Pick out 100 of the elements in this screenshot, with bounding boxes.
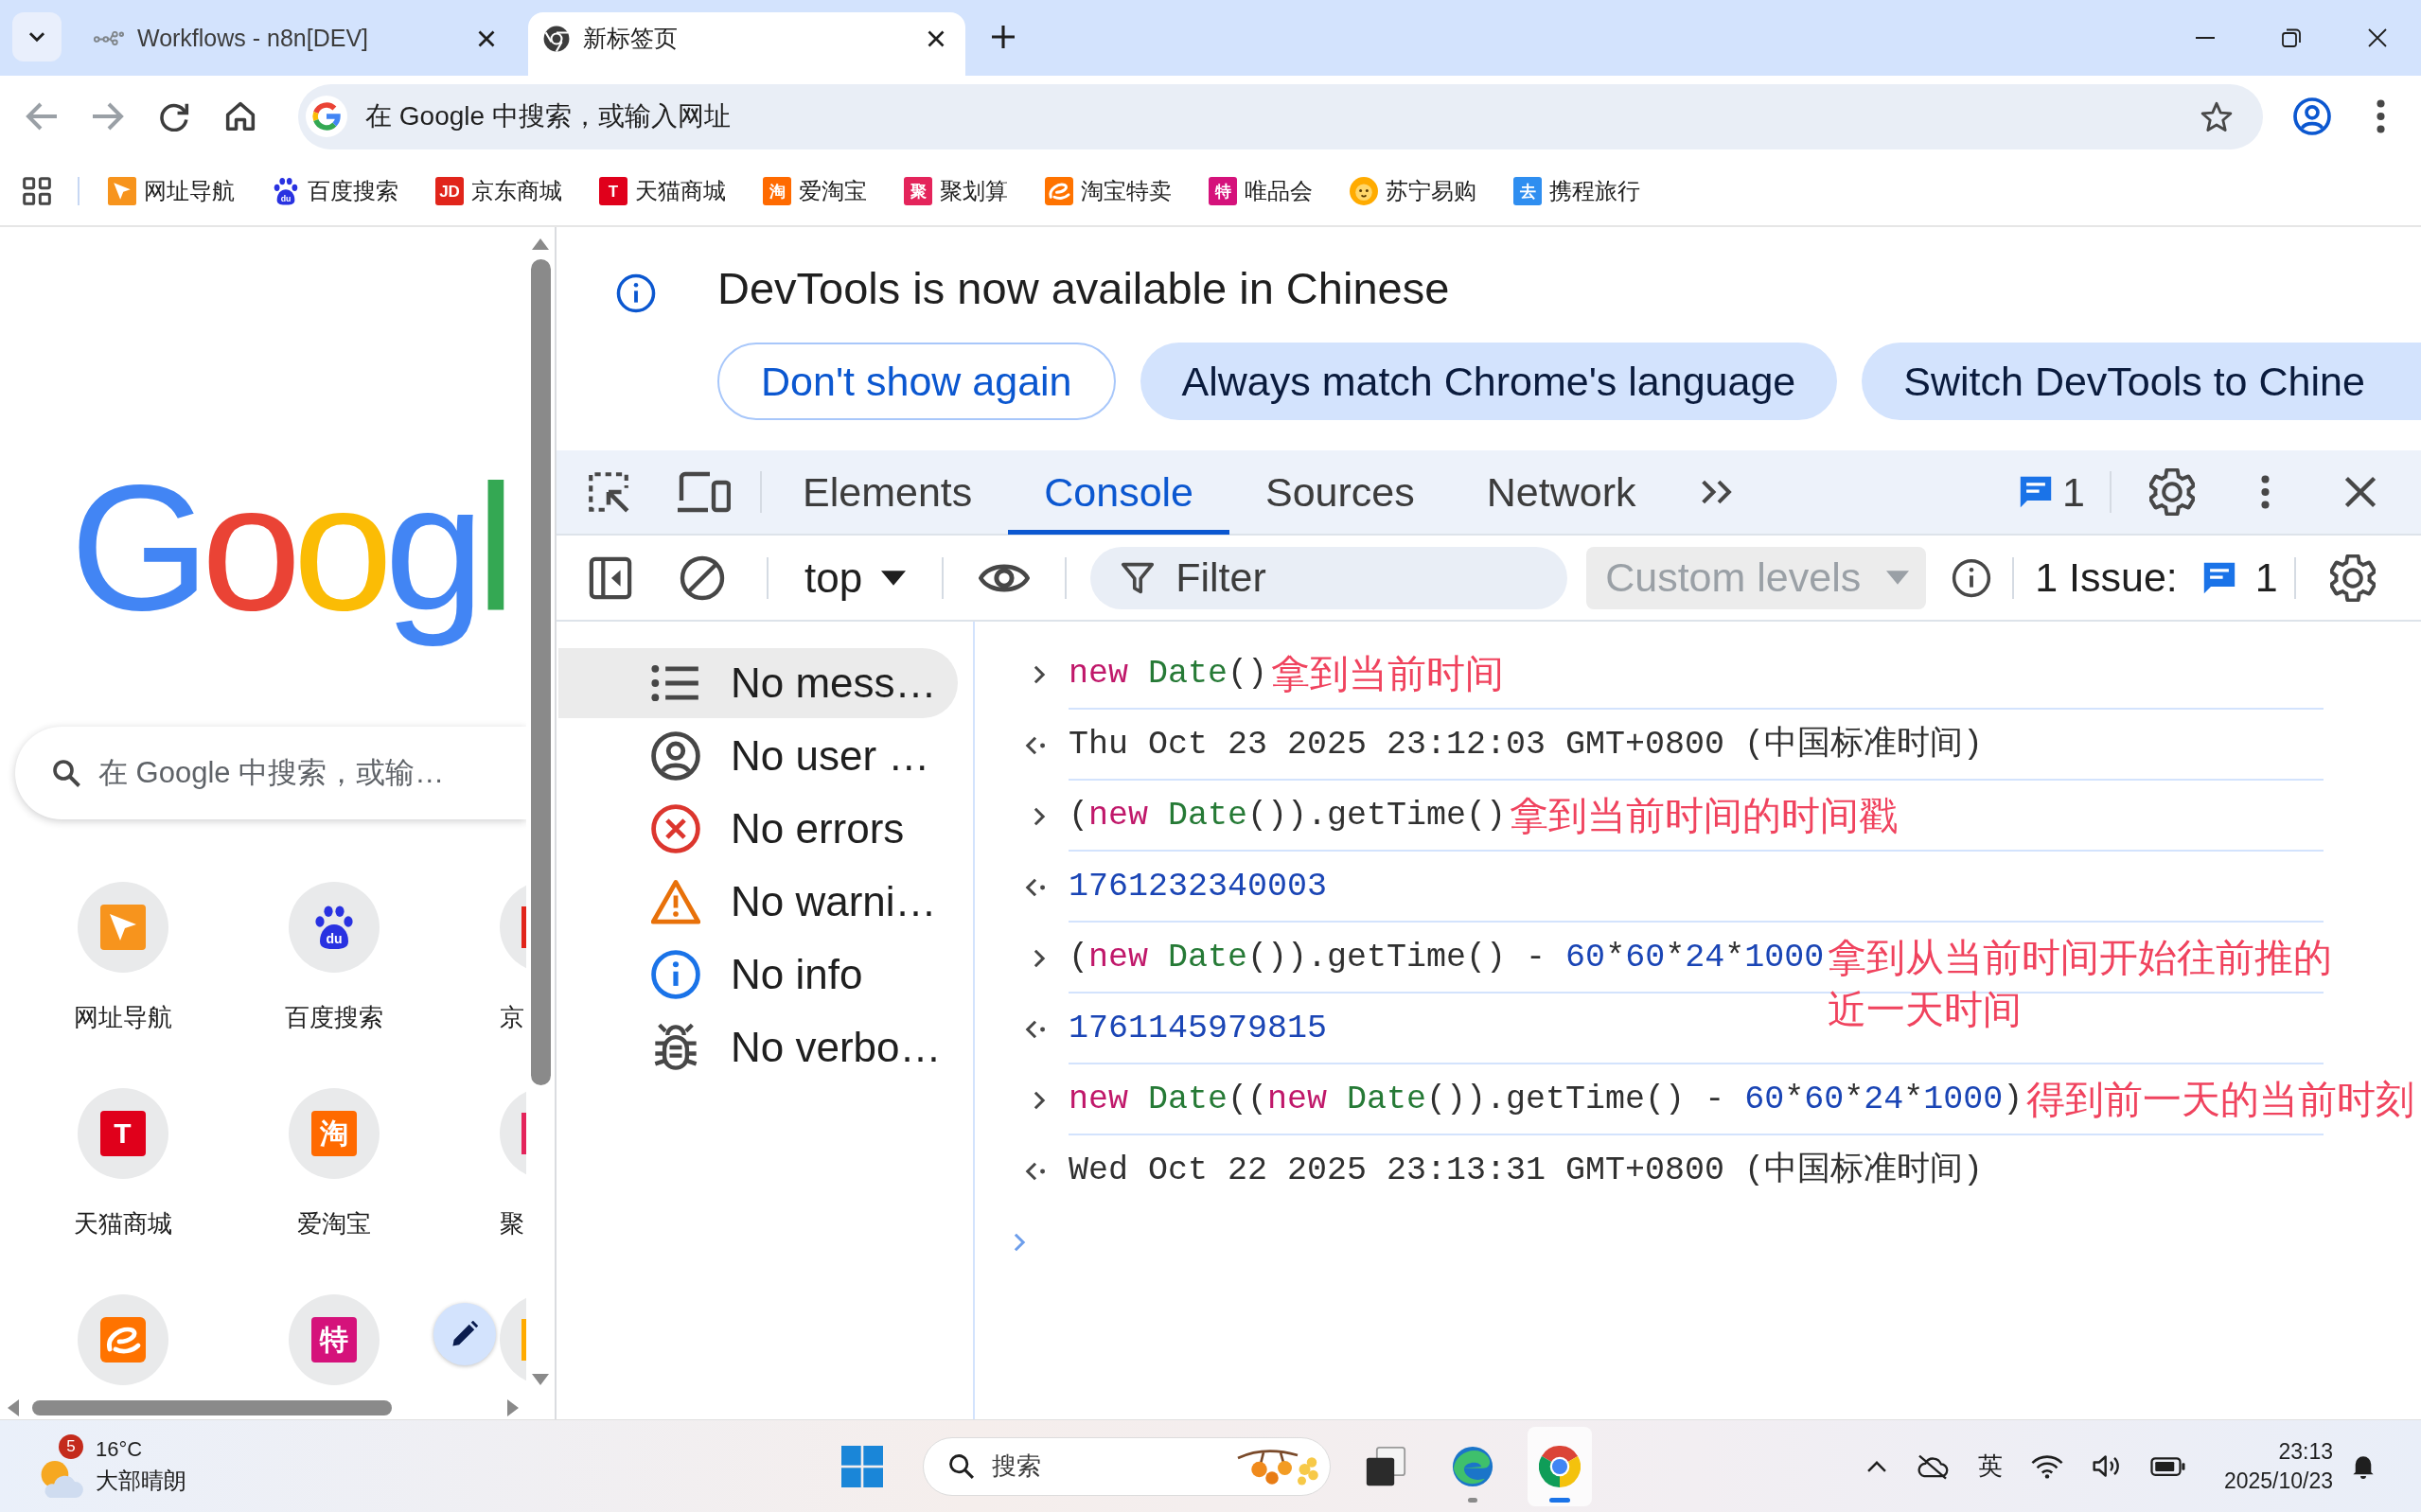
shortcut-label[interactable]: 网址导航 <box>73 1000 172 1033</box>
infobar-message: DevTools is now available in Chinese <box>717 262 1450 315</box>
chevron-up-icon[interactable] <box>1865 1459 1887 1473</box>
sidebar-item[interactable]: No user … <box>558 721 958 791</box>
bookmark[interactable]: 聚 聚划算 <box>904 176 1008 206</box>
profile-icon[interactable] <box>2293 97 2331 135</box>
close-icon[interactable] <box>478 29 495 47</box>
notification-bell-icon[interactable] <box>2352 1453 2375 1479</box>
clock-date[interactable]: 2025/10/23 <box>2223 1468 2333 1494</box>
sidebar-item[interactable]: No mess… <box>558 648 958 718</box>
info-icon <box>616 273 656 313</box>
close-icon[interactable] <box>2368 28 2387 47</box>
shortcut-label[interactable]: 爱淘宝 <box>296 1206 371 1239</box>
panel-tab[interactable]: Sources <box>1229 449 1451 535</box>
filter-icon <box>1121 560 1156 595</box>
close-icon[interactable] <box>2344 476 2377 508</box>
speaker-icon[interactable] <box>2091 1453 2122 1479</box>
address-bar[interactable]: 在 Google 中搜索，或输入网址 <box>298 83 2263 149</box>
bookmark[interactable]: 网址导航 <box>108 176 235 206</box>
bookmark[interactable]: du 百度搜索 <box>272 176 398 206</box>
filter-input[interactable]: Filter <box>1175 554 1568 601</box>
site-logo: JD <box>435 177 464 205</box>
message-icon <box>2019 475 2054 509</box>
clear-console-icon[interactable] <box>680 554 725 601</box>
new-tab-icon[interactable] <box>992 26 1015 48</box>
panel-tab[interactable]: Console <box>1008 449 1229 535</box>
customize-button[interactable] <box>433 1303 496 1365</box>
warning-icon <box>651 877 700 926</box>
shortcut-label[interactable]: 京 <box>500 1000 524 1033</box>
messages-button[interactable]: 1 <box>2019 468 2085 516</box>
shortcut-label[interactable]: 天猫商城 <box>73 1206 172 1239</box>
shortcut-label[interactable]: 百度搜索 <box>284 1000 383 1033</box>
notification-badge: 5 <box>59 1433 83 1459</box>
wifi-icon[interactable] <box>2030 1453 2063 1479</box>
scrollbar-thumb[interactable] <box>530 259 551 1085</box>
settings-icon[interactable] <box>2329 554 2376 602</box>
restore-icon[interactable] <box>2282 28 2301 47</box>
settings-icon[interactable] <box>2149 468 2195 516</box>
shortcut-label[interactable]: 聚 <box>500 1206 524 1239</box>
console-result-text: 1761232340003 <box>1069 867 1328 907</box>
panel-tab[interactable]: Network <box>1450 449 1672 535</box>
clock-time[interactable]: 23:13 <box>2278 1438 2333 1465</box>
tab-search-button[interactable] <box>12 12 62 62</box>
shortcut-button[interactable]: T <box>77 1087 168 1179</box>
filter-field[interactable]: Filter <box>1090 546 1568 609</box>
search-field[interactable]: 在 Google 中搜索，或输… <box>15 726 526 819</box>
scroll-down-arrow-icon[interactable] <box>532 1374 549 1385</box>
infobar-button[interactable]: Always match Chrome's language <box>1140 343 1838 420</box>
home-icon[interactable] <box>223 101 257 132</box>
close-icon[interactable] <box>928 29 945 47</box>
issues-button[interactable]: 1 Issue: 1 <box>2035 554 2278 601</box>
chevron-right-icon <box>1033 663 1046 685</box>
device-toolbar-icon[interactable] <box>678 471 731 513</box>
taskbar-search-field[interactable]: 搜索 <box>922 1436 1331 1496</box>
bookmark[interactable]: 淘 爱淘宝 <box>763 176 867 206</box>
infobar-button[interactable]: Switch DevTools to Chine <box>1862 343 2421 420</box>
sidebar-item[interactable]: No verbo… <box>558 1012 958 1082</box>
panel-tab[interactable]: Elements <box>767 449 1009 535</box>
shortcut-button[interactable]: du <box>288 881 380 973</box>
bookmark[interactable]: 去 携程旅行 <box>1513 176 1640 206</box>
input-method-indicator[interactable]: 英 <box>1977 1450 2003 1483</box>
prompt-chevron-icon[interactable] <box>1013 1231 1026 1253</box>
sidebar-item[interactable]: No warni… <box>558 867 958 937</box>
sidebar-toggle-icon[interactable] <box>589 555 632 600</box>
site-logo: T <box>599 177 627 205</box>
weather-condition: 大部晴朗 <box>96 1466 186 1495</box>
menu-icon[interactable] <box>2377 99 2385 133</box>
chevron-right-icon <box>1033 805 1046 827</box>
bookmark[interactable]: 特 唯品会 <box>1209 176 1313 206</box>
scroll-right-arrow-icon[interactable] <box>507 1399 519 1416</box>
search-icon <box>52 758 80 787</box>
more-options-icon[interactable] <box>2261 474 2270 510</box>
browser-tab[interactable]: 新标签页 <box>528 12 965 76</box>
shortcut-button[interactable]: 特 <box>288 1293 380 1385</box>
context-selector[interactable]: top <box>804 554 907 602</box>
scroll-left-arrow-icon[interactable] <box>8 1399 19 1416</box>
console-command-text: new Date((new Date()).getTime() - 60*60*24*1000) <box>1069 1080 2023 1120</box>
infobar-button[interactable]: Don't show again <box>717 343 1116 420</box>
cloud-off-icon[interactable] <box>1915 1452 1950 1480</box>
console-command-text: (new Date()).getTime() <box>1069 796 1507 836</box>
scrollbar-thumb[interactable] <box>32 1400 392 1415</box>
sidebar-item[interactable]: No info <box>558 940 958 1010</box>
bookmark-star-icon[interactable] <box>2200 100 2233 132</box>
bookmark[interactable]: 淘宝特卖 <box>1045 176 1172 206</box>
taskbar-search-input[interactable]: 搜索 <box>991 1451 1218 1481</box>
battery-icon[interactable] <box>2149 1456 2186 1476</box>
sidebar-item[interactable]: No errors <box>558 794 958 864</box>
search-input[interactable]: 在 Google 中搜索，或输… <box>98 755 526 790</box>
message-icon <box>2201 560 2236 595</box>
pencil-icon <box>451 1321 478 1347</box>
bookmark[interactable]: JD 京东商城 <box>435 176 562 206</box>
site-logo: 淘 <box>310 1110 357 1156</box>
reload-icon[interactable] <box>157 101 191 132</box>
bookmark[interactable]: 苏宁易购 <box>1350 176 1476 206</box>
apps-grid-icon[interactable] <box>23 177 51 205</box>
bookmark[interactable]: T 天猫商城 <box>599 176 726 206</box>
address-input[interactable]: 在 Google 中搜索，或输入网址 <box>365 101 2182 132</box>
info-icon[interactable] <box>1952 557 1992 598</box>
browser-tab[interactable]: Workflows - n8n[DEV] <box>79 12 516 76</box>
scroll-up-arrow-icon[interactable] <box>532 238 549 250</box>
